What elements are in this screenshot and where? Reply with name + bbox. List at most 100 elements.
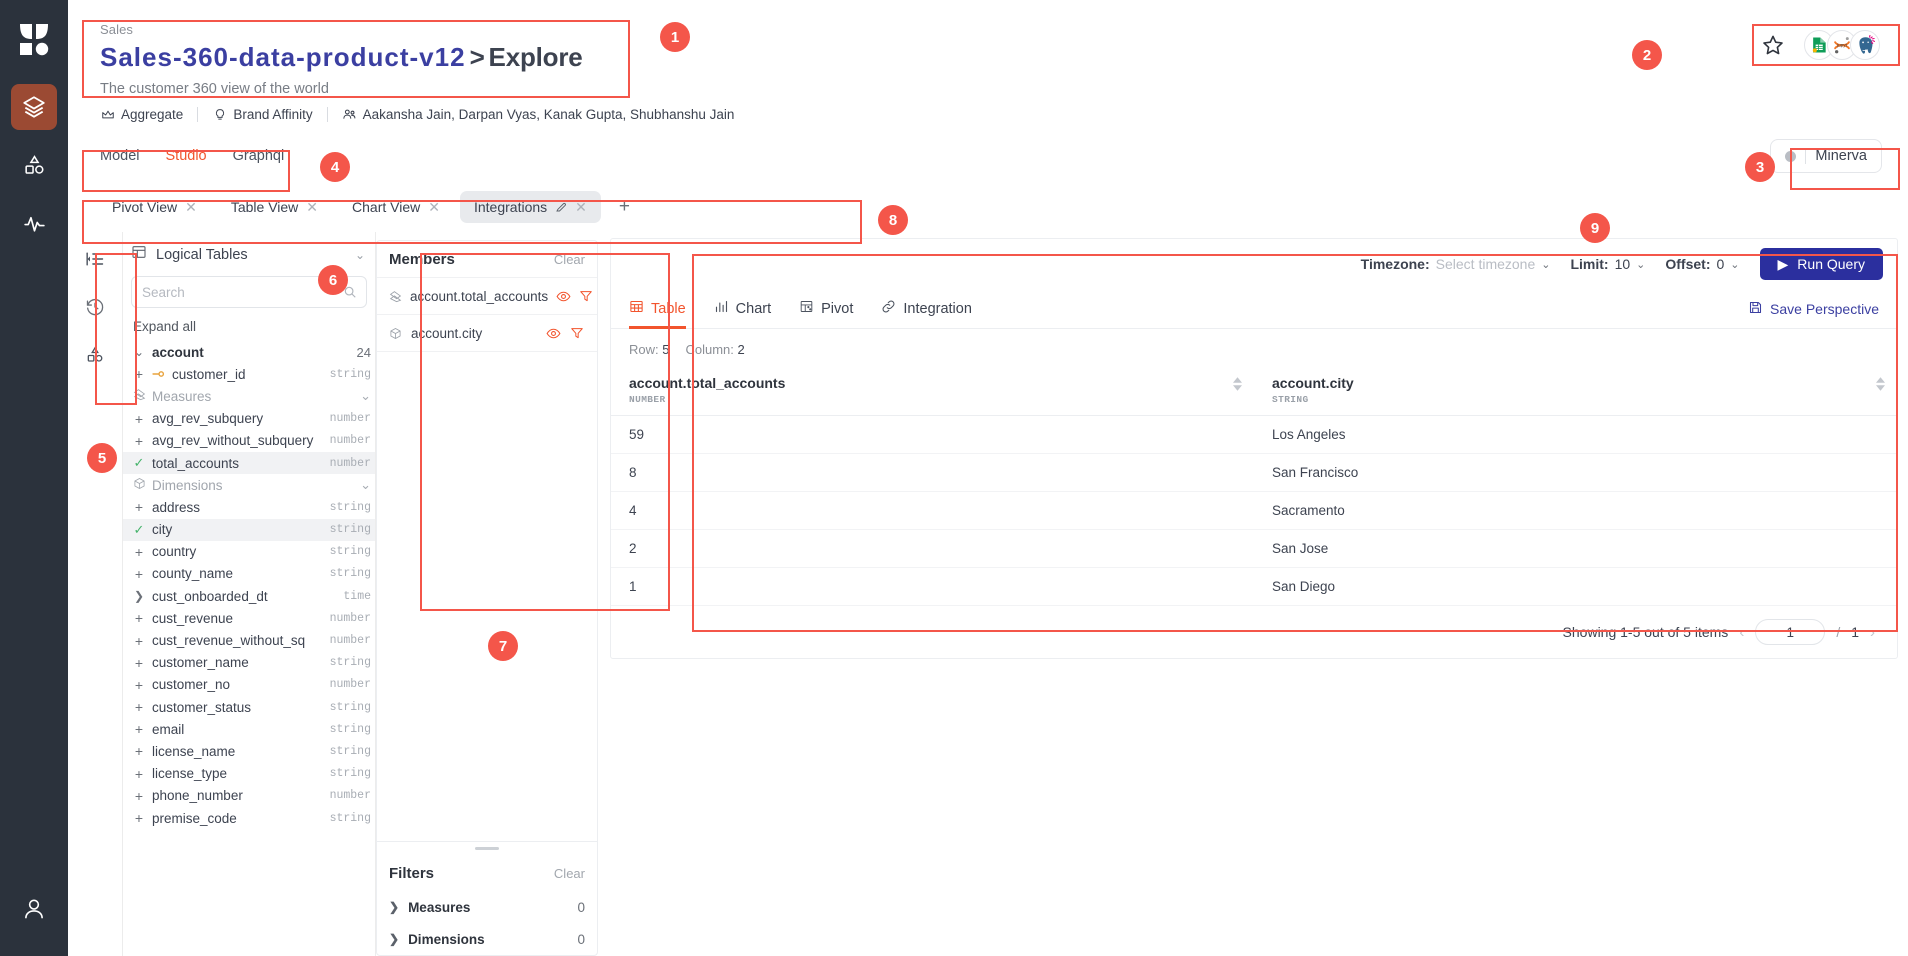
save-perspective-button[interactable]: Save Perspective [1748,300,1879,318]
limit-selector[interactable]: Limit: 10 ⌄ [1570,256,1645,272]
add-field-icon[interactable]: + [133,610,145,626]
field-row[interactable]: + country string [123,541,375,563]
add-field-icon[interactable]: + [133,810,145,826]
field-row[interactable]: + address string [123,496,375,518]
add-field-icon[interactable]: + [133,699,145,715]
add-field-icon[interactable]: + [133,677,145,693]
history-icon[interactable] [84,296,106,318]
edit-pencil-icon[interactable] [555,201,567,213]
field-row[interactable]: + premise_code string [123,807,375,829]
view-tab-integrations[interactable]: Integrations ✕ [459,191,601,223]
add-field-icon[interactable]: + [133,655,145,671]
logical-tables-icon[interactable] [84,248,106,270]
field-row[interactable]: + customer_name string [123,652,375,674]
postgresql-icon[interactable] [1850,30,1880,60]
view-tab-table-view[interactable]: Table View ✕ [217,191,332,223]
star-outline-icon[interactable] [1760,32,1786,58]
field-row[interactable]: + license_name string [123,740,375,762]
result-tab-chart[interactable]: Chart [714,289,771,329]
sidebar-item-account[interactable] [11,886,57,932]
next-page-button[interactable]: › [1870,624,1875,641]
prev-page-button[interactable]: ‹ [1739,624,1744,641]
chevron-right-icon[interactable]: ❯ [133,589,145,603]
table-row[interactable]: 2 San Jose [611,529,1897,568]
logical-tables-header[interactable]: Logical Tables ⌄ [123,232,375,276]
result-tab-integration[interactable]: Integration [881,289,972,329]
members-clear-button[interactable]: Clear [554,252,585,267]
shapes-icon[interactable] [84,344,106,366]
close-icon[interactable]: ✕ [185,200,197,214]
run-query-button[interactable]: ▶ Run Query [1759,248,1883,280]
chevron-down-icon[interactable]: ⌄ [133,345,145,359]
member-item[interactable]: account.total_accounts [377,277,597,314]
field-row[interactable]: + license_type string [123,763,375,785]
add-field-icon[interactable]: + [133,366,145,382]
filter-group-measures[interactable]: ❯ Measures 0 [377,891,597,923]
close-icon[interactable]: ✕ [306,200,318,214]
column-header-city[interactable]: account.city STRING [1254,367,1897,416]
tab-studio[interactable]: Studio [166,148,207,164]
field-row[interactable]: ✓ city string [123,518,375,541]
add-field-icon[interactable]: + [133,633,145,649]
table-row[interactable]: 8 San Francisco [611,453,1897,492]
chevron-down-icon[interactable]: ⌄ [355,248,365,262]
tab-model[interactable]: Model [100,148,140,164]
add-field-icon[interactable]: + [133,499,145,515]
view-tab-chart-view[interactable]: Chart View ✕ [338,191,454,223]
field-row[interactable]: + customer_id string [123,363,375,385]
eye-icon[interactable] [556,289,571,304]
filter-group-dimensions[interactable]: ❯ Dimensions 0 [377,923,597,955]
sidebar-item-activity[interactable] [11,200,57,246]
sort-toggle-icon[interactable] [1876,377,1885,391]
add-field-icon[interactable]: + [133,433,145,449]
brand-logo-icon[interactable] [12,18,56,62]
add-field-icon[interactable]: + [133,411,145,427]
field-row[interactable]: + phone_number number [123,785,375,807]
eye-icon[interactable] [545,326,561,341]
add-field-icon[interactable]: + [133,766,145,782]
field-row[interactable]: + cust_revenue_without_sq number [123,629,375,651]
sidebar-item-layers[interactable] [11,84,57,130]
result-tab-table[interactable]: Table [629,289,686,329]
page-number-input[interactable] [1755,619,1826,645]
add-field-icon[interactable]: + [133,743,145,759]
table-row[interactable]: 4 Sacramento [611,491,1897,530]
add-field-icon[interactable]: + [133,788,145,804]
close-icon[interactable]: ✕ [428,200,440,214]
sidebar-item-models[interactable] [11,142,57,188]
breadcrumb-parent[interactable]: Sales [100,22,1908,37]
member-item[interactable]: account.city [377,314,597,351]
timezone-selector[interactable]: Timezone: Select timezone ⌄ [1361,256,1551,272]
filter-icon[interactable] [579,289,593,303]
field-row[interactable]: + customer_status string [123,696,375,718]
add-field-icon[interactable]: + [133,721,145,737]
close-icon[interactable]: ✕ [575,200,587,214]
result-tab-pivot[interactable]: Pivot [799,289,853,329]
field-row[interactable]: ❯ cust_onboarded_dt time [123,585,375,607]
field-row[interactable]: + cust_revenue number [123,607,375,629]
chevron-down-icon[interactable]: ⌄ [360,477,371,493]
sort-toggle-icon[interactable] [1233,377,1242,391]
tab-graphql[interactable]: Graphql [233,148,285,164]
field-row[interactable]: ✓ total_accounts number [123,451,375,475]
expand-all-button[interactable]: Expand all [123,308,375,341]
workspace-chip[interactable]: Minerva [1770,139,1882,173]
add-field-icon[interactable]: + [133,566,145,582]
field-row[interactable]: + customer_no number [123,674,375,696]
field-group-row[interactable]: Measures ⌄ [123,385,375,407]
check-icon[interactable]: ✓ [133,522,145,538]
add-field-icon[interactable]: + [133,544,145,560]
table-row[interactable]: 1 San Diego [611,567,1897,606]
field-row[interactable]: + avg_rev_without_subquery number [123,430,375,452]
filters-clear-button[interactable]: Clear [554,866,585,881]
field-row[interactable]: + avg_rev_subquery number [123,408,375,430]
page-title-main[interactable]: Sales-360-data-product-v12 [100,42,466,72]
offset-selector[interactable]: Offset: 0 ⌄ [1665,256,1739,272]
search-input[interactable] [131,276,367,308]
field-row[interactable]: + email string [123,718,375,740]
filter-icon[interactable] [569,326,585,340]
field-group-row[interactable]: Dimensions ⌄ [123,474,375,496]
table-row[interactable]: 59 Los Angeles [611,415,1897,454]
field-row[interactable]: + county_name string [123,563,375,585]
view-tab-pivot-view[interactable]: Pivot View ✕ [98,191,211,223]
